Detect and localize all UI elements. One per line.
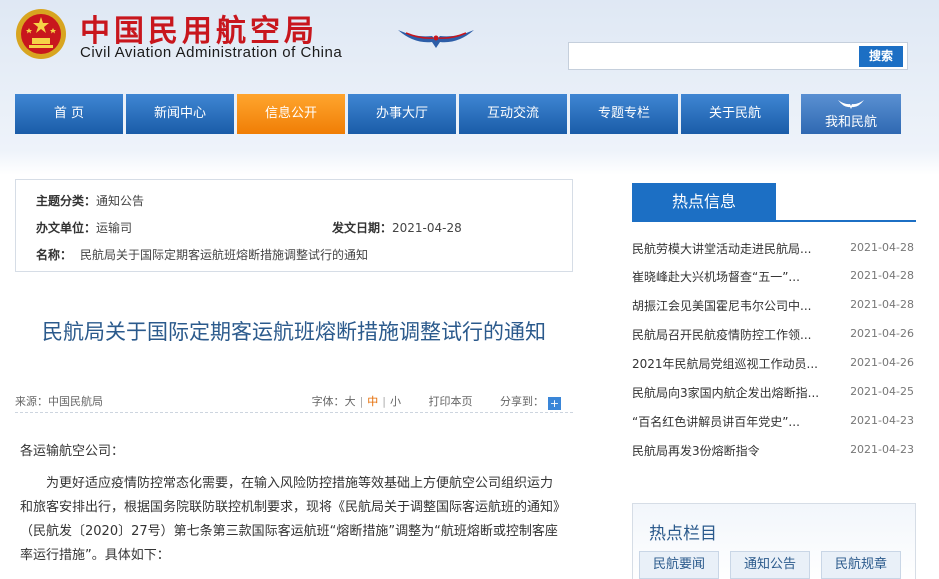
tools-divider: |	[359, 395, 364, 408]
search-box: 搜索	[568, 42, 908, 70]
hot-info-tab[interactable]: 热点信息	[632, 183, 776, 220]
document-meta-box: 主题分类：通知公告 办文单位：运输司 发文日期：2021-04-28 名称： 民航…	[15, 179, 573, 272]
site-header: 中国民用航空局 Civil Aviation Administration of…	[0, 0, 939, 90]
meta-office: 办文单位：运输司	[36, 219, 132, 236]
hot-info-divider	[632, 220, 916, 222]
meta-topic-label: 主题分类：	[36, 194, 97, 208]
column-button[interactable]: 民航要闻	[639, 551, 719, 579]
nav-item-me-and-caac-label: 我和民航	[824, 115, 877, 130]
news-title[interactable]: 民航局再发3份熔断指令	[632, 442, 760, 459]
search-button[interactable]: 搜索	[859, 46, 903, 67]
news-title[interactable]: 民航局召开民航疫情防控工作领...	[632, 326, 811, 343]
news-date: 2021-04-23	[850, 443, 914, 456]
nav-item-info-disclosure[interactable]: 信息公开	[237, 94, 345, 134]
meta-name-value: 民航局关于国际定期客运航班熔断措施调整试行的通知	[80, 248, 369, 262]
meta-name: 名称： 民航局关于国际定期客运航班熔断措施调整试行的通知	[36, 246, 368, 263]
site-logo-english[interactable]: Civil Aviation Administration of China	[80, 44, 342, 61]
nav-item-home[interactable]: 首 页	[15, 94, 123, 134]
article-paragraph: 为更好适应疫情防控常态化需要，在输入风险防控措施等效基础上方便航空公司组织运力和…	[20, 476, 560, 563]
meta-topic-value: 通知公告	[96, 194, 145, 208]
nav-item-special-topics[interactable]: 专题专栏	[570, 94, 678, 134]
wings-icon	[838, 100, 864, 109]
article-source: 来源：中国民航局	[15, 395, 103, 408]
news-item[interactable]: 民航局向3家国内航企发出熔断指... 2021-04-25	[632, 384, 916, 404]
meta-date: 发文日期：2021-04-28	[332, 219, 462, 236]
news-item[interactable]: 崔晓峰赴大兴机场督查“五一”... 2021-04-28	[632, 268, 916, 288]
print-link[interactable]: 打印本页	[429, 393, 473, 409]
meta-date-label: 发文日期：	[332, 221, 393, 235]
meta-office-value: 运输司	[96, 221, 133, 235]
meta-name-label: 名称：	[36, 248, 73, 262]
news-item[interactable]: 民航局再发3份熔断指令 2021-04-23	[632, 442, 916, 462]
article-body: 各运输航空公司： 为更好适应疫情防控常态化需要，在输入风险防控措施等效基础上方便…	[20, 440, 560, 568]
news-date: 2021-04-28	[850, 241, 914, 254]
national-emblem-icon	[16, 9, 66, 59]
news-date: 2021-04-23	[850, 414, 914, 427]
news-title[interactable]: 崔晓峰赴大兴机场督查“五一”...	[632, 268, 800, 285]
news-item[interactable]: 民航局召开民航疫情防控工作领... 2021-04-26	[632, 326, 916, 346]
tools-divider: |	[382, 395, 386, 408]
share-label: 分享到：	[500, 395, 544, 408]
news-item[interactable]: “百名红色讲解员讲百年党史”... 2021-04-23	[632, 413, 916, 433]
hot-columns-title: 热点栏目	[649, 524, 717, 544]
nav-item-about[interactable]: 关于民航	[681, 94, 789, 134]
meta-office-label: 办文单位：	[36, 221, 97, 235]
page-title: 民航局关于国际定期客运航班熔断措施调整试行的通知	[42, 320, 546, 344]
article-tools: 字体：大 | 中 | 小 打印本页 分享到： +	[312, 393, 561, 410]
main-nav: 首 页 新闻中心 信息公开 办事大厅 互动交流 专题专栏 关于民航 我和民航	[15, 94, 901, 134]
news-title[interactable]: 民航劳模大讲堂活动走进民航局...	[632, 240, 811, 257]
column-button[interactable]: 通知公告	[730, 551, 810, 579]
news-date: 2021-04-26	[850, 327, 914, 340]
article-greeting: 各运输航空公司：	[20, 444, 125, 459]
news-item[interactable]: 民航劳模大讲堂活动走进民航局... 2021-04-28	[632, 240, 916, 260]
news-item[interactable]: 胡振江会见美国霍尼韦尔公司中... 2021-04-28	[632, 297, 916, 317]
news-date: 2021-04-26	[850, 356, 914, 369]
news-item[interactable]: 2021年民航局党组巡视工作动员... 2021-04-26	[632, 355, 916, 375]
news-title[interactable]: 民航局向3家国内航企发出熔断指...	[632, 384, 819, 401]
nav-item-service-hall[interactable]: 办事大厅	[348, 94, 456, 134]
news-date: 2021-04-28	[850, 298, 914, 311]
font-large-link[interactable]: 大	[345, 393, 356, 409]
font-size-label: 字体：	[311, 395, 345, 408]
news-title[interactable]: 胡振江会见美国霍尼韦尔公司中...	[632, 297, 811, 314]
nav-item-me-and-caac[interactable]: 我和民航	[801, 94, 901, 134]
hot-columns-box: 热点栏目 民航要闻 通知公告 民航规章	[632, 503, 916, 579]
meta-date-value: 2021-04-28	[392, 221, 462, 235]
share-plus-icon[interactable]: +	[548, 397, 561, 410]
caac-wings-logo-icon	[398, 30, 474, 48]
news-date: 2021-04-25	[850, 385, 914, 398]
nav-item-interaction[interactable]: 互动交流	[459, 94, 567, 134]
search-input[interactable]	[575, 46, 855, 66]
font-medium-link[interactable]: 中	[367, 393, 378, 409]
news-title[interactable]: “百名红色讲解员讲百年党史”...	[632, 413, 800, 430]
news-title[interactable]: 2021年民航局党组巡视工作动员...	[632, 355, 818, 372]
news-date: 2021-04-28	[850, 269, 914, 282]
column-button[interactable]: 民航规章	[821, 551, 901, 579]
article-toolbar: 来源：中国民航局 字体：大 | 中 | 小 打印本页 分享到： +	[15, 385, 573, 413]
meta-topic: 主题分类：通知公告	[36, 192, 144, 209]
nav-item-news-center[interactable]: 新闻中心	[126, 94, 234, 134]
font-small-link[interactable]: 小	[390, 393, 401, 409]
